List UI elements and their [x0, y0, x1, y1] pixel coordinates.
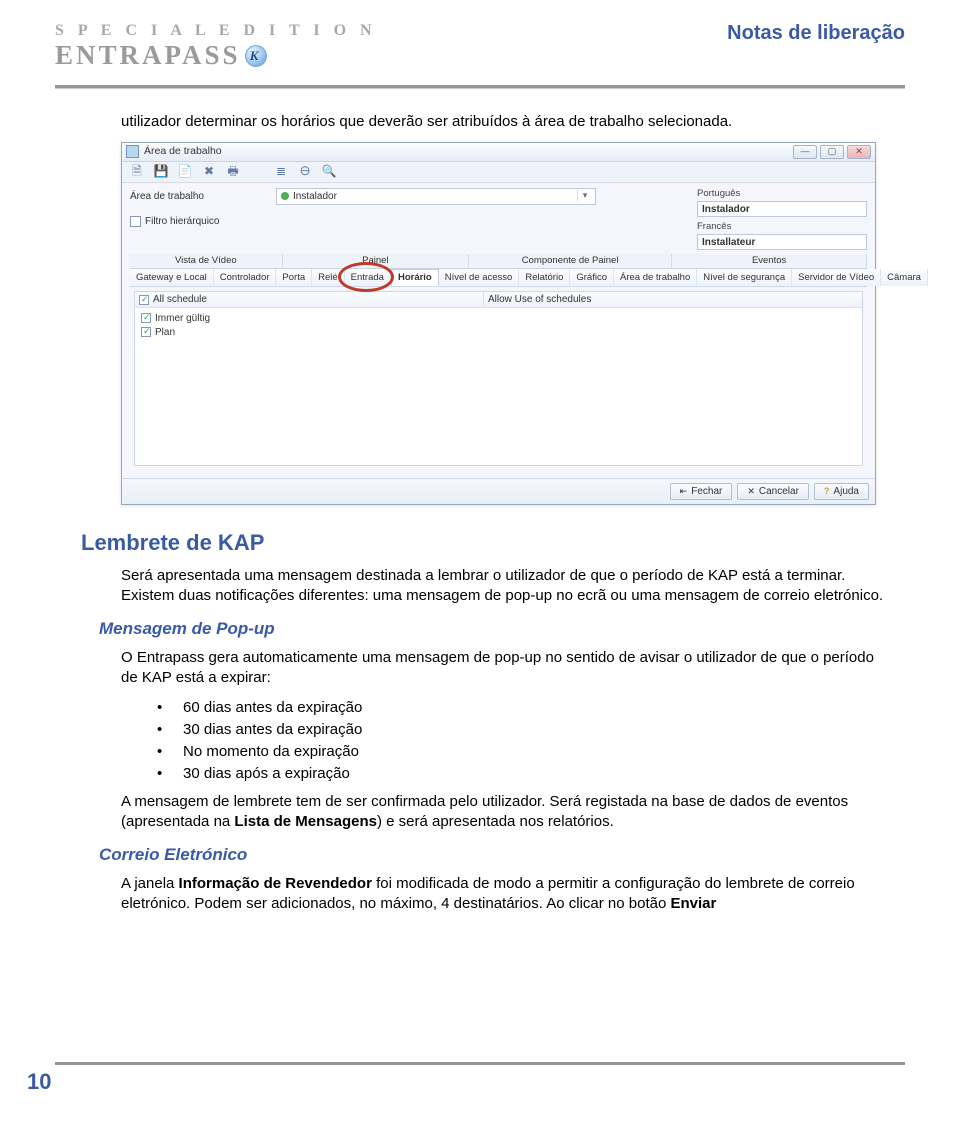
workspace-dropdown-value: Instalador: [293, 190, 337, 203]
special-edition-label: S P E C I A L E D I T I O N: [55, 22, 377, 40]
tabgroup-panel-comp: Componente de Painel: [469, 254, 672, 268]
lang-pt-label: Português: [697, 188, 867, 200]
list-icon[interactable]: ≣: [274, 165, 288, 179]
tabgroup-panel: Painel: [283, 254, 469, 268]
tab-schedule[interactable]: Horário: [391, 269, 439, 286]
new-icon[interactable]: 🗎: [130, 165, 144, 179]
close-window-button[interactable]: ✕: [847, 145, 871, 159]
tab-controller[interactable]: Controlador: [214, 269, 277, 286]
tab-access-level[interactable]: Nível de acesso: [439, 269, 520, 286]
brand-k-icon: K: [245, 45, 267, 67]
lang-pt-field[interactable]: Instalador: [697, 201, 867, 217]
tab-door[interactable]: Porta: [276, 269, 312, 286]
list-item: •No momento da expiração: [157, 741, 893, 763]
delete-icon[interactable]: ✖: [202, 165, 216, 179]
print-icon[interactable]: 🖶: [226, 165, 240, 179]
tab-relay[interactable]: Relé: [312, 269, 345, 286]
footer-rule: [55, 1062, 905, 1065]
section-p3: A mensagem de lembrete tem de ser confir…: [121, 792, 893, 832]
workspace-label: Área de trabalho: [130, 190, 270, 203]
list-item: •30 dias após a expiração: [157, 763, 893, 785]
hierarchical-filter-checkbox[interactable]: [130, 216, 141, 227]
intro-paragraph: utilizador determinar os horários que de…: [121, 112, 893, 132]
section-p1: Será apresentada uma mensagem destinada …: [121, 566, 893, 606]
tabgroup-video: Vista de Vídeo: [130, 254, 283, 268]
list-item-label: Immer gültig: [155, 312, 210, 325]
tab-camera[interactable]: Câmara: [881, 269, 928, 286]
item-checkbox[interactable]: ✓: [141, 327, 151, 337]
item-checkbox[interactable]: ✓: [141, 313, 151, 323]
list-item: •60 dias antes da expiração: [157, 697, 893, 719]
tabs-row: Gateway e Local Controlador Porta Relé E…: [130, 269, 867, 287]
toolbar: 🗎 💾 📄 ✖ 🖶 ≣ 🜔 🔍: [122, 162, 875, 183]
window-titlebar: Área de trabalho — ▢ ✕: [122, 143, 875, 162]
list-item: ✓ Immer gültig: [141, 311, 856, 325]
search-icon[interactable]: 🔍: [322, 165, 336, 179]
subheading-popup: Mensagem de Pop-up: [99, 618, 893, 640]
maximize-button[interactable]: ▢: [820, 145, 844, 159]
lang-fr-label: Francês: [697, 221, 867, 233]
folder-icon[interactable]: 📄: [178, 165, 192, 179]
help-icon: ?: [824, 486, 830, 498]
tab-gateway[interactable]: Gateway e Local: [130, 269, 214, 286]
close-icon: ⇤: [680, 486, 688, 498]
cancel-button[interactable]: ✕Cancelar: [737, 483, 809, 500]
close-button[interactable]: ⇤Fechar: [670, 483, 733, 500]
schedule-list-panel: ✓ All schedule Allow Use of schedules ✓ …: [134, 291, 863, 466]
minimize-button[interactable]: —: [793, 145, 817, 159]
tab-input[interactable]: Entrada: [345, 269, 391, 286]
release-notes-title: Notas de liberação: [727, 22, 905, 45]
list-item: •30 dias antes da expiração: [157, 719, 893, 741]
subheading-email: Correio Eletrónico: [99, 844, 893, 866]
hierarchy-icon[interactable]: 🜔: [298, 165, 312, 179]
tab-workspace[interactable]: Área de trabalho: [614, 269, 697, 286]
hierarchical-filter-label: Filtro hierárquico: [145, 215, 219, 228]
window-title: Área de trabalho: [144, 145, 788, 159]
tab-group-row: Vista de Vídeo Painel Componente de Pain…: [130, 254, 867, 269]
brand-text: ENTRAPASS: [55, 40, 241, 71]
tabgroup-events: Eventos: [672, 254, 867, 268]
page-header: S P E C I A L E D I T I O N ENTRAPASS K …: [55, 22, 905, 71]
page-number: 10: [27, 1069, 51, 1095]
brand-logo: ENTRAPASS K: [55, 40, 377, 71]
all-schedule-checkbox[interactable]: ✓: [139, 295, 149, 305]
window-icon: [126, 145, 139, 158]
section-heading: Lembrete de KAP: [81, 529, 893, 558]
lang-fr-field[interactable]: Installateur: [697, 234, 867, 250]
section-p2: O Entrapass gera automaticamente uma men…: [121, 648, 893, 688]
bullet-list: •60 dias antes da expiração •30 dias ant…: [157, 697, 893, 784]
all-schedule-label: All schedule: [153, 293, 207, 306]
tab-graphic[interactable]: Gráfico: [570, 269, 614, 286]
status-dot-icon: [281, 192, 289, 200]
list-item-label: Plan: [155, 326, 175, 339]
help-button[interactable]: ?Ajuda: [814, 483, 869, 500]
list-item: ✓ Plan: [141, 325, 856, 339]
tab-video-server[interactable]: Servidor de Vídeo: [792, 269, 881, 286]
app-window: Área de trabalho — ▢ ✕ 🗎 💾 📄 ✖ 🖶 ≣ 🜔 🔍: [121, 142, 876, 506]
tab-report[interactable]: Relatório: [519, 269, 570, 286]
section-p4: A janela Informação de Revendedor foi mo…: [121, 874, 893, 914]
allow-use-label: Allow Use of schedules: [484, 292, 862, 307]
workspace-dropdown[interactable]: Instalador: [276, 188, 596, 205]
cancel-icon: ✕: [747, 486, 755, 498]
tab-security-level[interactable]: Nível de segurança: [697, 269, 792, 286]
save-icon[interactable]: 💾: [154, 165, 168, 179]
